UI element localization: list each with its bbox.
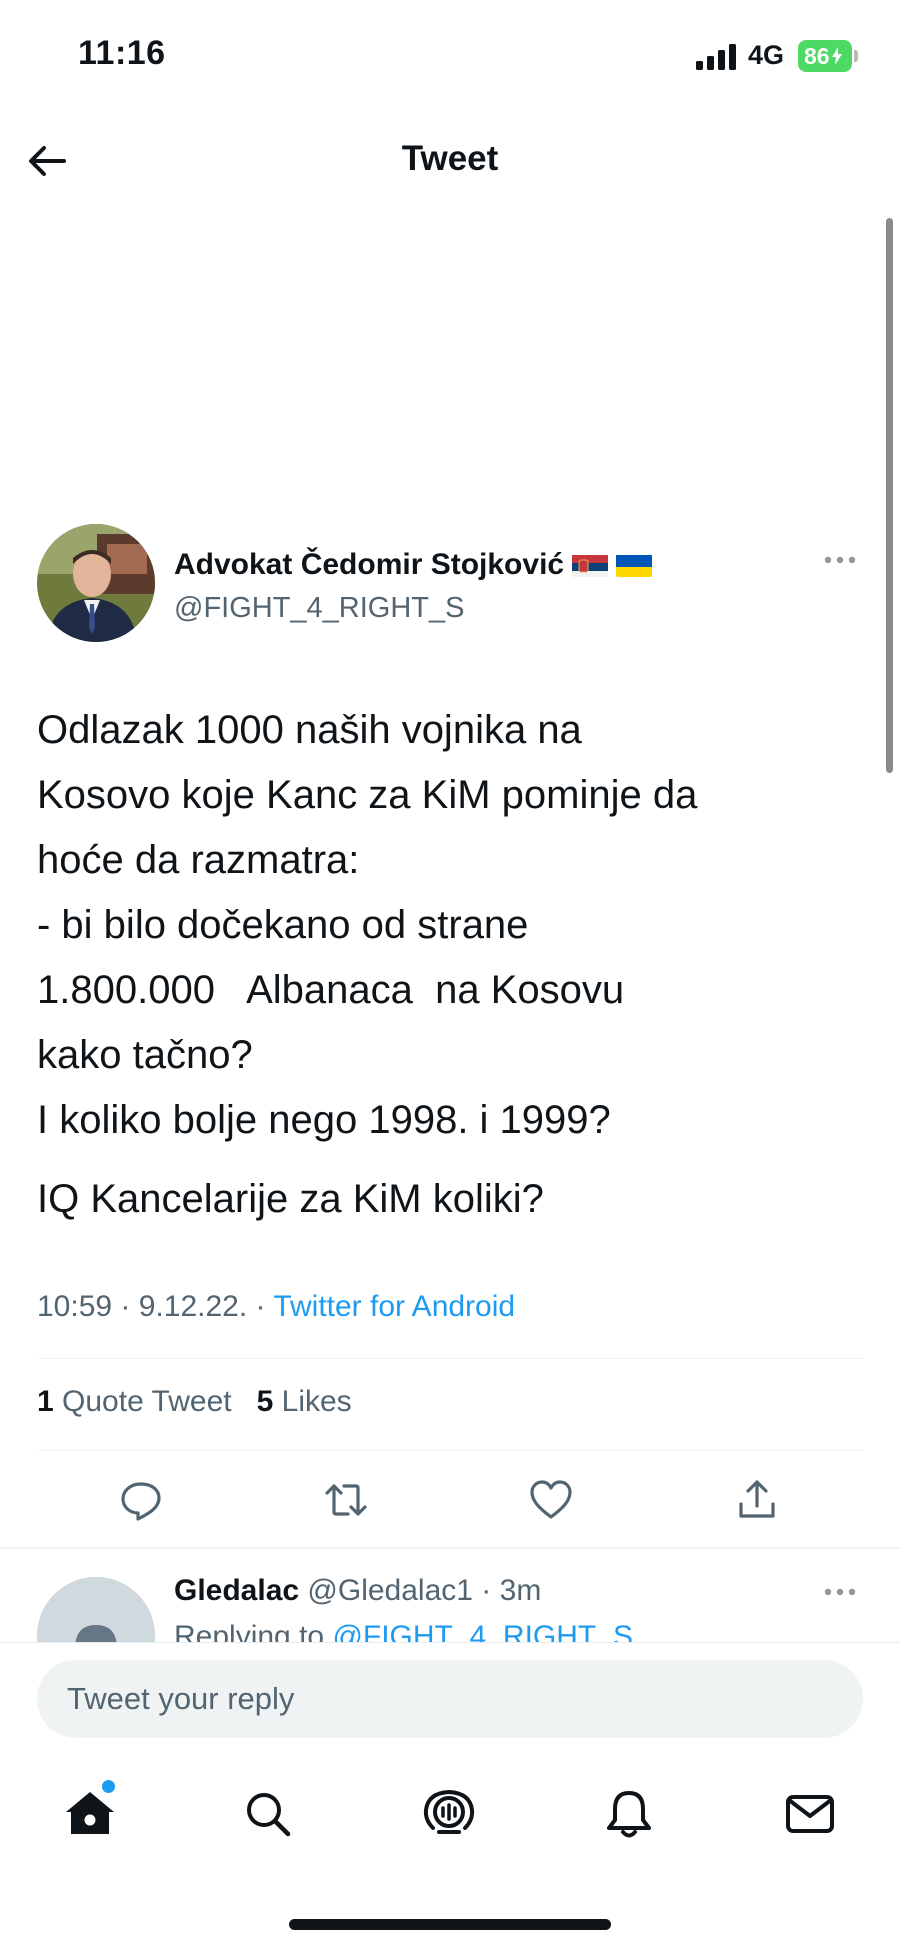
tab-spaces[interactable]	[421, 1786, 477, 1842]
replying-label: Replying to	[174, 1620, 325, 1642]
author-handle[interactable]: @FIGHT_4_RIGHT_S	[174, 592, 465, 625]
notifications-icon	[607, 1791, 651, 1838]
battery-level: 86	[804, 42, 830, 69]
serbia-flag-icon	[572, 553, 609, 577]
spaces-icon	[423, 1789, 475, 1834]
author-name-row[interactable]: Advokat Čedomir Stojković	[174, 548, 653, 582]
tweet-line: 1.800.000 Albanaca na Kosovu	[37, 968, 625, 1012]
scrollbar[interactable]	[886, 218, 893, 773]
divider	[0, 1547, 900, 1549]
page-title: Tweet	[401, 139, 499, 178]
tweet-paragraph-1: Odlazak 1000 naših vojnika na Kosovo koj…	[37, 698, 857, 1153]
tweet-text: Odlazak 1000 naših vojnika na Kosovo koj…	[37, 698, 857, 1232]
charging-icon	[831, 47, 842, 65]
reply-author-name[interactable]: Gledalac	[174, 1574, 299, 1607]
likes-label: Likes	[281, 1385, 352, 1418]
tweet-line: I koliko bolje nego 1998. i 1999?	[37, 1098, 611, 1142]
more-options-icon[interactable]	[822, 1584, 858, 1600]
tweet-source-link[interactable]: Twitter for Android	[273, 1290, 515, 1323]
tweet-line: kako tačno?	[37, 1033, 253, 1077]
quote-label: Quote Tweet	[62, 1385, 232, 1418]
likes-link[interactable]: 5 Likes	[257, 1385, 352, 1418]
reply-placeholder: Tweet your reply	[67, 1681, 295, 1716]
reply-input[interactable]: Tweet your reply	[37, 1660, 863, 1738]
divider	[37, 1358, 863, 1359]
author-avatar[interactable]	[37, 524, 155, 642]
tweet-line: Odlazak 1000 naših vojnika na	[37, 708, 582, 752]
reply-button[interactable]	[117, 1476, 165, 1524]
tweet-paragraph-2: IQ Kancelarije za KiM koliki?	[37, 1177, 544, 1221]
meta-separator: ·	[247, 1290, 274, 1323]
ukraine-flag-icon	[616, 553, 653, 577]
tweet-meta: 10:59 · 9.12.22. · Twitter for Android	[37, 1290, 515, 1324]
quote-count: 1	[37, 1385, 54, 1418]
home-indicator[interactable]	[289, 1919, 611, 1930]
reply-icon	[121, 1482, 161, 1521]
share-icon	[739, 1480, 775, 1518]
retweet-button[interactable]	[322, 1476, 370, 1524]
tab-search[interactable]	[240, 1786, 296, 1842]
battery-indicator: 86	[798, 40, 852, 72]
tweet-stats: 1 Quote Tweet 5 Likes	[37, 1385, 352, 1419]
messages-icon	[786, 1795, 834, 1833]
tweet-date: 9.12.22.	[138, 1290, 248, 1323]
home-icon	[66, 1792, 114, 1834]
reply-header[interactable]: Gledalac @Gledalac1 · 3m	[174, 1574, 541, 1608]
reply-time: 3m	[499, 1574, 542, 1607]
divider	[37, 1450, 863, 1451]
tweet-time: 10:59	[37, 1290, 113, 1323]
search-icon	[247, 1793, 291, 1837]
share-button[interactable]	[733, 1476, 781, 1524]
author-photo	[37, 524, 155, 642]
tab-notifications[interactable]	[601, 1786, 657, 1842]
meta-separator: ·	[112, 1290, 139, 1323]
more-options-icon[interactable]	[822, 552, 858, 568]
quote-tweets-link[interactable]: 1 Quote Tweet	[37, 1385, 232, 1418]
tweet-line: hoće da razmatra:	[37, 838, 360, 882]
reply-author-handle[interactable]: @Gledalac1	[307, 1574, 473, 1607]
like-button[interactable]	[527, 1476, 575, 1524]
signal-icon	[696, 44, 736, 70]
status-time: 11:16	[78, 34, 166, 72]
network-type: 4G	[748, 40, 785, 70]
battery-cap	[854, 50, 858, 62]
notification-dot	[102, 1780, 115, 1793]
meta-separator: ·	[472, 1574, 500, 1607]
tab-home[interactable]	[62, 1786, 118, 1842]
replying-to-mention[interactable]: @FIGHT_4_RIGHT_S	[332, 1620, 633, 1642]
like-icon	[530, 1480, 572, 1519]
tweet-line: - bi bilo dočekano od strane	[37, 903, 529, 947]
replying-to: Replying to @FIGHT_4_RIGHT_S	[174, 1620, 633, 1642]
author-name[interactable]: Advokat Čedomir Stojković	[174, 548, 564, 581]
likes-count: 5	[256, 1385, 274, 1418]
tab-messages[interactable]	[782, 1786, 838, 1842]
retweet-icon	[325, 1484, 367, 1516]
tweet-line: Kosovo koje Kanc za KiM pominje da	[37, 773, 698, 817]
